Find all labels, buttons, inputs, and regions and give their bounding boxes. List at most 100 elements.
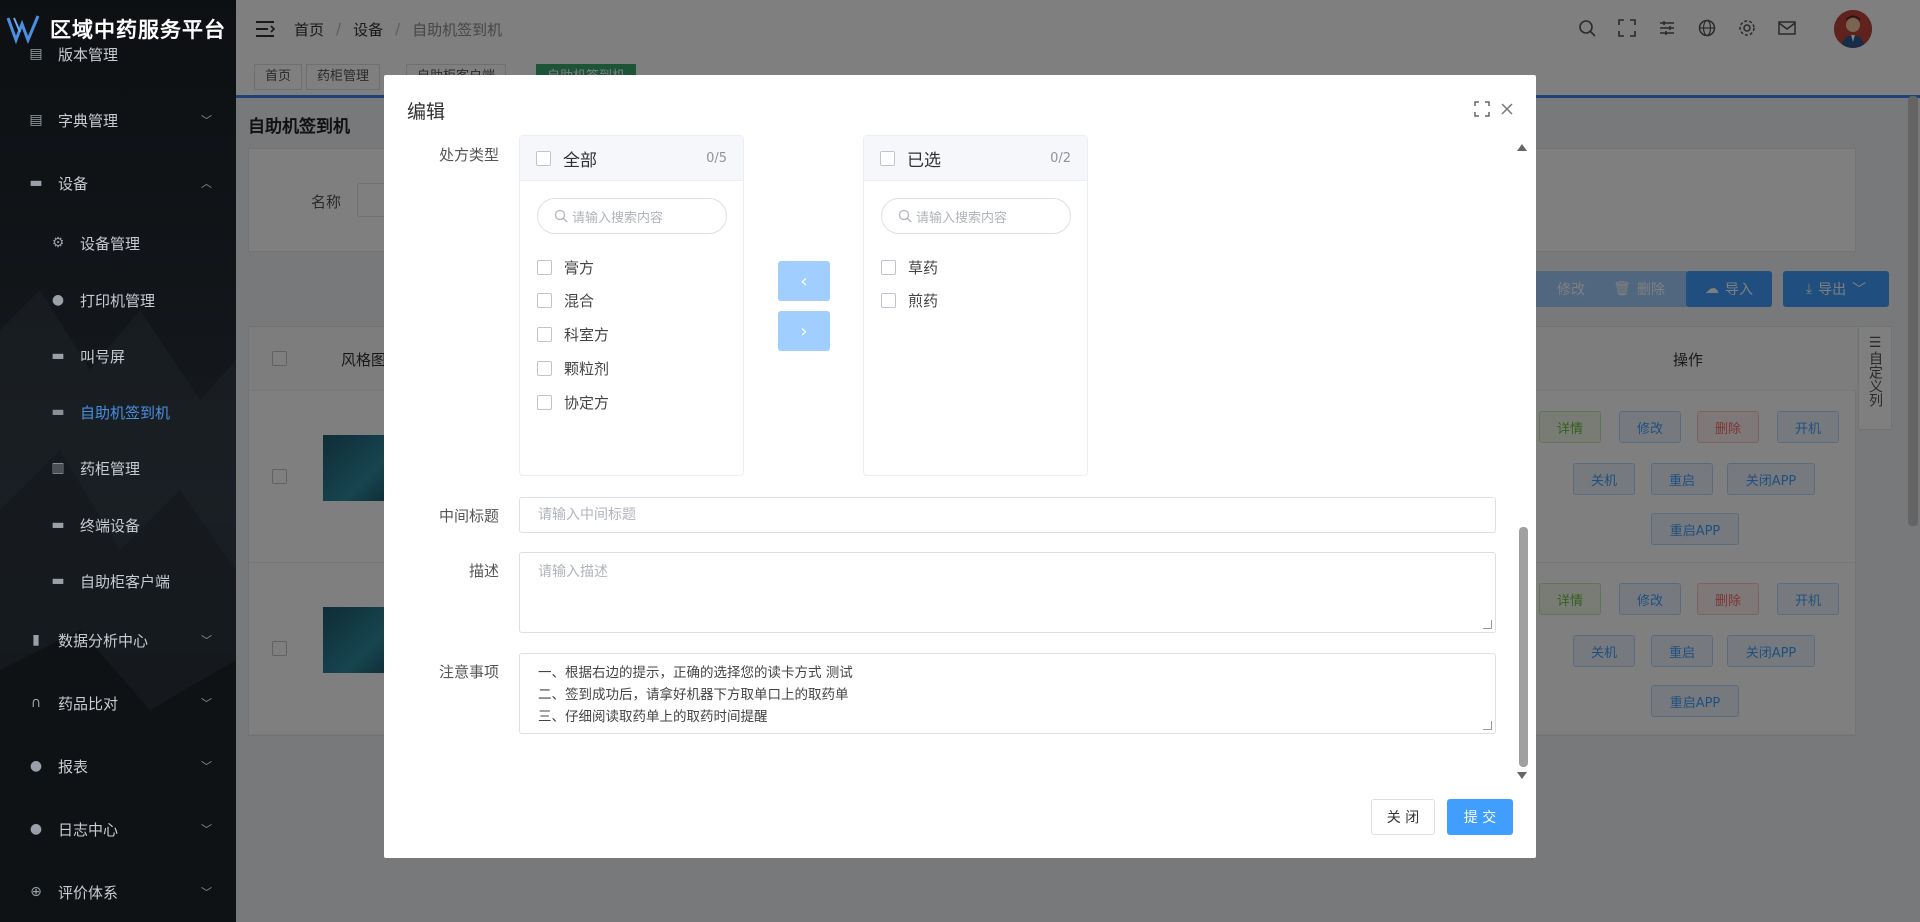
maximize-icon[interactable] xyxy=(1474,101,1490,117)
chevron-down-icon: ﹀ xyxy=(201,760,212,773)
dialog-tools xyxy=(1474,101,1514,117)
sidebar-item-label: 药品比对 xyxy=(58,694,119,713)
sidebar-item-terminal[interactable]: ▬ 终端设备 xyxy=(0,505,236,545)
transfer-item[interactable]: 膏方 xyxy=(537,256,594,278)
subtitle-label: 中间标题 xyxy=(438,507,499,525)
scroll-down-icon[interactable] xyxy=(1516,771,1528,781)
monitor-icon: ▬ xyxy=(51,573,65,589)
sidebar-item-devices[interactable]: ▬ 设备 ︿ xyxy=(0,163,236,203)
submit-button[interactable]: 提 交 xyxy=(1447,799,1513,835)
sidebar-item-label: 字典管理 xyxy=(58,111,119,130)
scroll-up-icon[interactable] xyxy=(1516,142,1528,152)
item-label: 科室方 xyxy=(564,325,610,344)
notes-label: 注意事项 xyxy=(438,663,499,681)
select-all-left-checkbox[interactable] xyxy=(536,150,551,166)
close-icon[interactable] xyxy=(1500,102,1514,116)
sidebar-item-printer[interactable]: ● 打印机管理 xyxy=(0,280,236,320)
sidebar-item-label: 设备管理 xyxy=(80,234,141,253)
chevron-down-icon: ﹀ xyxy=(201,886,212,899)
transfer-right-search[interactable]: 请输入搜索内容 xyxy=(881,198,1071,234)
monitor-icon: ▬ xyxy=(51,404,65,420)
dialog-body: 处方类型 全部 0/5 请输入搜索内容 膏方 混合 科室方 颗粒剂 协定方 ‹ … xyxy=(384,135,1536,778)
sidebar-item-label: 报表 xyxy=(58,757,89,776)
dialog-scrollbar-thumb[interactable] xyxy=(1519,527,1528,767)
search-placeholder: 请输入搜索内容 xyxy=(572,210,664,226)
resize-handle-icon[interactable] xyxy=(1483,620,1492,629)
transfer-left-title: 全部 xyxy=(563,150,597,171)
edit-dialog: 编辑 处方类型 全部 0/5 请输入搜索内容 膏方 混合 科室方 颗粒剂 协定方… xyxy=(384,75,1536,858)
sidebar-item-reports[interactable]: ● 报表 ﹀ xyxy=(0,746,236,786)
transfer-right-count: 0/2 xyxy=(1050,150,1071,166)
resize-handle-icon[interactable] xyxy=(1483,721,1492,730)
item-label: 颗粒剂 xyxy=(564,359,610,378)
item-checkbox[interactable] xyxy=(881,259,896,275)
item-label: 混合 xyxy=(564,291,595,310)
description-label: 描述 xyxy=(468,562,499,580)
transfer-item[interactable]: 煎药 xyxy=(881,289,938,311)
sidebar-item-label: 评价体系 xyxy=(58,883,119,902)
sidebar-item-kiosk[interactable]: ▬ 自助机签到机 xyxy=(0,392,236,432)
transfer-item[interactable]: 科室方 xyxy=(537,323,609,345)
transfer-left-count: 0/5 xyxy=(706,150,727,166)
chevron-up-icon: ︿ xyxy=(201,177,212,190)
item-label: 煎药 xyxy=(908,291,939,310)
transfer-left-header: 全部 0/5 xyxy=(520,136,743,181)
user-icon: ● xyxy=(29,758,43,774)
monitor-icon: ▬ xyxy=(51,348,65,364)
transfer-left-search[interactable]: 请输入搜索内容 xyxy=(537,198,727,234)
sidebar-item-evaluation[interactable]: ⊕ 评价体系 ﹀ xyxy=(0,872,236,912)
sidebar-item-label: 终端设备 xyxy=(80,516,141,535)
sidebar-item-label: 设备 xyxy=(58,174,89,193)
item-checkbox[interactable] xyxy=(537,394,552,410)
plus-circle-icon: ⊕ xyxy=(30,884,42,900)
rx-type-label: 处方类型 xyxy=(438,146,499,164)
item-checkbox[interactable] xyxy=(537,259,552,275)
chevron-down-icon: ﹀ xyxy=(201,634,212,647)
transfer-item[interactable]: 草药 xyxy=(881,256,938,278)
sidebar-item-cabinet-client[interactable]: ▬ 自助柜客户端 xyxy=(0,561,236,601)
sidebar-item-call-screen[interactable]: ▬ 叫号屏 xyxy=(0,336,236,376)
select-all-right-checkbox[interactable] xyxy=(880,150,895,166)
close-button[interactable]: 关 闭 xyxy=(1371,799,1435,835)
item-checkbox[interactable] xyxy=(537,292,552,308)
sidebar-item-label: 数据分析中心 xyxy=(58,631,149,650)
dialog-title: 编辑 xyxy=(407,101,446,123)
chevron-right-icon: › xyxy=(800,320,808,342)
bar-chart-icon: ▮ xyxy=(32,632,40,648)
sidebar-item-cabinet[interactable]: ▥ 药柜管理 xyxy=(0,448,236,488)
transfer-right-header: 已选 0/2 xyxy=(864,136,1087,181)
transfer-right-panel: 已选 0/2 请输入搜索内容 草药 煎药 xyxy=(863,135,1088,476)
item-checkbox[interactable] xyxy=(537,326,552,342)
notes-line: 二、签到成功后，请拿好机器下方取单口上的取药单 xyxy=(538,687,849,703)
bulb-icon: ● xyxy=(29,821,43,837)
transfer-item[interactable]: 混合 xyxy=(537,289,594,311)
sidebar-item-analytics[interactable]: ▮ 数据分析中心 ﹀ xyxy=(0,620,236,660)
move-left-button[interactable]: ‹ xyxy=(778,261,830,301)
description-placeholder: 请输入描述 xyxy=(538,564,608,580)
cabinet-icon: ▥ xyxy=(51,460,65,476)
description-textarea[interactable]: 请输入描述 xyxy=(519,552,1496,633)
notes-textarea[interactable]: 一、根据右边的提示，正确的选择您的读卡方式 测试 二、签到成功后，请拿好机器下方… xyxy=(519,653,1496,734)
sidebar-item-version[interactable]: ▤ 版本管理 xyxy=(0,34,236,74)
sidebar-item-label: 打印机管理 xyxy=(80,291,156,310)
transfer-left-panel: 全部 0/5 请输入搜索内容 膏方 混合 科室方 颗粒剂 协定方 xyxy=(519,135,744,476)
headset-icon: ∩ xyxy=(30,695,42,711)
move-right-button[interactable]: › xyxy=(778,311,830,351)
subtitle-input[interactable]: 请输入中间标题 xyxy=(519,497,1496,533)
alert-icon: ● xyxy=(51,292,65,308)
item-label: 协定方 xyxy=(564,393,610,412)
sidebar-item-dictionary[interactable]: ▤ 字典管理 ﹀ xyxy=(0,100,236,140)
sidebar-item-device-management[interactable]: ⚙ 设备管理 xyxy=(0,223,236,263)
transfer-item[interactable]: 协定方 xyxy=(537,391,609,413)
item-checkbox[interactable] xyxy=(881,292,896,308)
transfer-item[interactable]: 颗粒剂 xyxy=(537,357,609,379)
sidebar: 区域中药服务平台 ▤ 版本管理 ▤ 字典管理 ﹀ ▬ 设备 ︿ ⚙ 设备管理 ●… xyxy=(0,0,236,922)
transfer-right-title: 已选 xyxy=(907,150,941,171)
chevron-left-icon: ‹ xyxy=(800,270,808,292)
sidebar-item-logs[interactable]: ● 日志中心 ﹀ xyxy=(0,809,236,849)
chevron-down-icon: ﹀ xyxy=(201,114,212,127)
monitor-icon: ▬ xyxy=(51,517,65,533)
search-icon xyxy=(898,209,912,223)
item-checkbox[interactable] xyxy=(537,360,552,376)
sidebar-item-drug-compare[interactable]: ∩ 药品比对 ﹀ xyxy=(0,683,236,723)
